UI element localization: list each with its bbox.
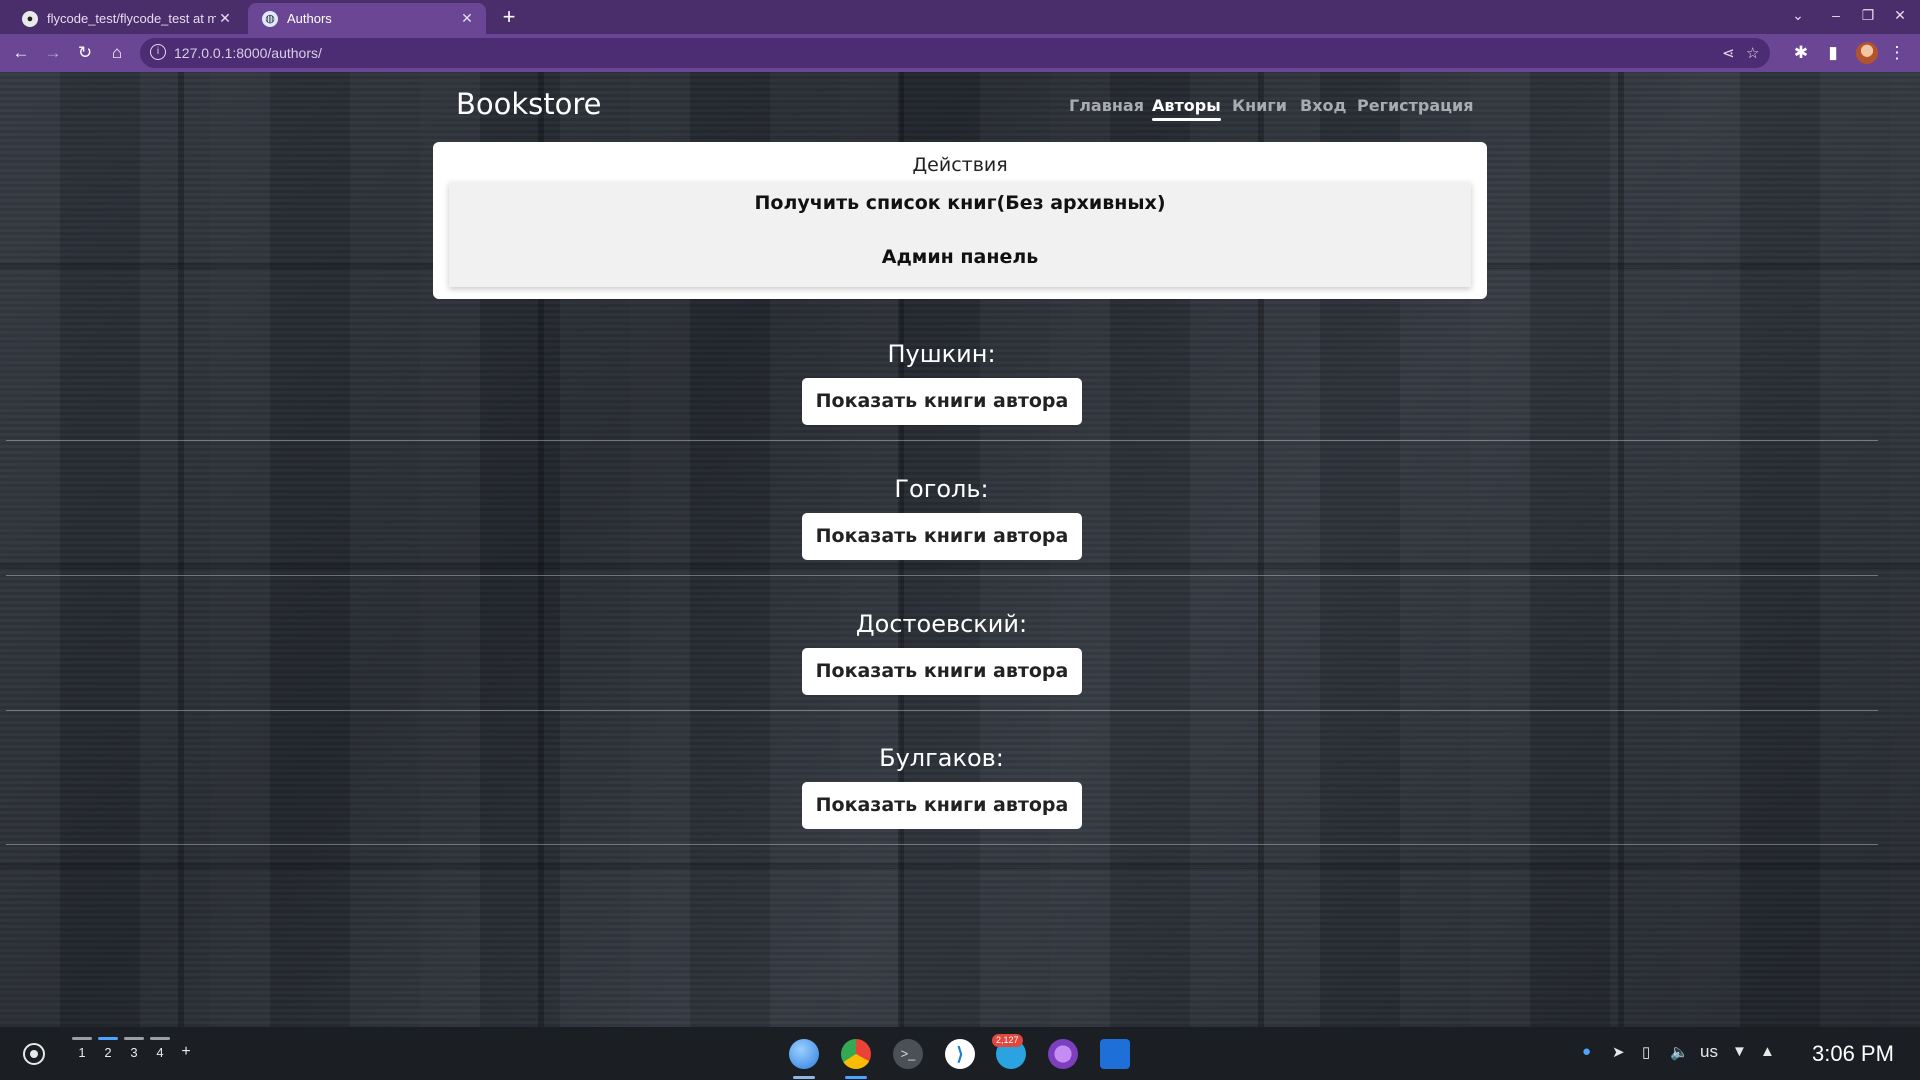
actions-title: Действия [912, 154, 1008, 176]
site-info-icon[interactable]: i [150, 44, 166, 60]
actions-list: Получить список книг(Без архивных) Админ… [449, 182, 1471, 287]
author-name: Булгаков: [879, 744, 1004, 772]
send-icon[interactable]: ➤ [1612, 1043, 1625, 1061]
os-shelf: 1 2 3 4 + >_ ⟩ 2,127 ● ➤ ▯ 🔈 us ▼ ▲ 3:06… [0, 1027, 1920, 1080]
terminal-icon[interactable]: >_ [893, 1039, 923, 1069]
nav-link-authors[interactable]: Авторы [1152, 96, 1221, 121]
bookmark-star-icon[interactable]: ☆ [1746, 44, 1759, 62]
tab-search-icon[interactable]: ⌄ [1788, 7, 1808, 24]
app-running-indicator [845, 1076, 867, 1079]
restore-icon[interactable]: ❐ [1858, 7, 1878, 24]
reload-icon[interactable]: ↻ [74, 42, 96, 64]
app-running-indicator [793, 1076, 815, 1079]
author-name: Гоголь: [894, 475, 989, 503]
divider [6, 440, 1878, 441]
side-panel-icon[interactable]: ▮ [1822, 42, 1844, 64]
desk-indicator [72, 1037, 92, 1040]
clipboard-icon[interactable]: ▯ [1642, 1043, 1650, 1061]
browser-tab-strip: ● flycode_test/flycode_test at m ✕ ◍ Aut… [0, 0, 1920, 34]
new-tab-button[interactable]: + [496, 5, 522, 31]
extensions-icon[interactable]: ✱ [1790, 42, 1812, 64]
notification-badge: 2,127 [992, 1034, 1023, 1047]
show-author-books-button[interactable]: Показать книги автора [802, 782, 1082, 829]
site-brand[interactable]: Bookstore [456, 87, 602, 121]
globe-icon: ◍ [262, 10, 278, 27]
minimize-icon[interactable]: – [1826, 7, 1846, 23]
back-icon[interactable]: ← [10, 42, 32, 64]
show-author-books-button[interactable]: Показать книги автора [802, 513, 1082, 560]
divider [6, 710, 1878, 711]
browser-tab-github[interactable]: ● flycode_test/flycode_test at m ✕ [8, 3, 244, 34]
tab-title: Authors [287, 11, 332, 26]
book-list-link[interactable]: Получить список книг(Без архивных) [449, 192, 1471, 214]
profile-avatar[interactable] [1856, 42, 1878, 64]
github-icon: ● [22, 10, 38, 27]
clock[interactable]: 3:06 PM [1812, 1041, 1894, 1067]
tray-expand-icon[interactable]: ▲ [1760, 1043, 1775, 1060]
show-author-books-button[interactable]: Показать книги автора [802, 378, 1082, 425]
desk-2[interactable]: 2 [98, 1045, 118, 1060]
admin-panel-link[interactable]: Админ панель [449, 246, 1471, 268]
divider [6, 575, 1878, 576]
divider [6, 844, 1878, 845]
share-icon[interactable]: ⋖ [1722, 44, 1735, 62]
author-name: Пушкин: [887, 340, 996, 368]
nav-link-register[interactable]: Регистрация [1357, 96, 1474, 115]
show-author-books-button[interactable]: Показать книги автора [802, 648, 1082, 695]
page-background: Bookstore Главная Авторы Книги Вход Реги… [0, 72, 1920, 1027]
actions-panel: Действия Получить список книг(Без архивн… [433, 142, 1487, 299]
url-text[interactable]: 127.0.0.1:8000/authors/ [174, 45, 322, 61]
browser-toolbar: ← → ↻ ⌂ i 127.0.0.1:8000/authors/ ⋖ ☆ ✱ … [0, 34, 1920, 72]
nav-link-home[interactable]: Главная [1069, 96, 1144, 115]
home-icon[interactable]: ⌂ [106, 42, 128, 64]
desk-indicator [150, 1037, 170, 1040]
wifi-icon[interactable]: ▼ [1732, 1043, 1747, 1060]
media-app-icon[interactable] [1048, 1039, 1078, 1069]
forward-icon[interactable]: → [42, 42, 64, 64]
desk-4[interactable]: 4 [150, 1045, 170, 1060]
keyboard-layout[interactable]: us [1700, 1042, 1718, 1062]
close-tab-icon[interactable]: ✕ [458, 10, 476, 27]
desk-indicator [124, 1037, 144, 1040]
close-window-icon[interactable]: ✕ [1890, 7, 1910, 24]
desk-1[interactable]: 1 [72, 1045, 92, 1060]
desk-indicator [98, 1037, 118, 1040]
alert-icon[interactable]: ● [1582, 1043, 1591, 1060]
files-app-icon[interactable] [789, 1039, 819, 1069]
nav-link-login[interactable]: Вход [1300, 96, 1346, 115]
nav-link-books[interactable]: Книги [1232, 96, 1287, 115]
site-navbar: Bookstore Главная Авторы Книги Вход Реги… [0, 72, 1920, 142]
address-bar[interactable]: i 127.0.0.1:8000/authors/ ⋖ ☆ [140, 38, 1770, 68]
folder-app-icon[interactable] [1100, 1039, 1130, 1069]
tab-title: flycode_test/flycode_test at m [47, 11, 216, 26]
vscode-icon[interactable]: ⟩ [945, 1039, 975, 1069]
add-desk-button[interactable]: + [176, 1043, 196, 1061]
author-name: Достоевский: [855, 610, 1028, 638]
close-tab-icon[interactable]: ✕ [216, 10, 234, 27]
chrome-icon[interactable] [841, 1039, 871, 1069]
menu-icon[interactable]: ⋮ [1886, 42, 1908, 64]
browser-tab-authors[interactable]: ◍ Authors ✕ [248, 3, 486, 34]
desk-3[interactable]: 3 [124, 1045, 144, 1060]
launcher-icon[interactable] [23, 1043, 45, 1065]
volume-icon[interactable]: 🔈 [1670, 1043, 1689, 1061]
